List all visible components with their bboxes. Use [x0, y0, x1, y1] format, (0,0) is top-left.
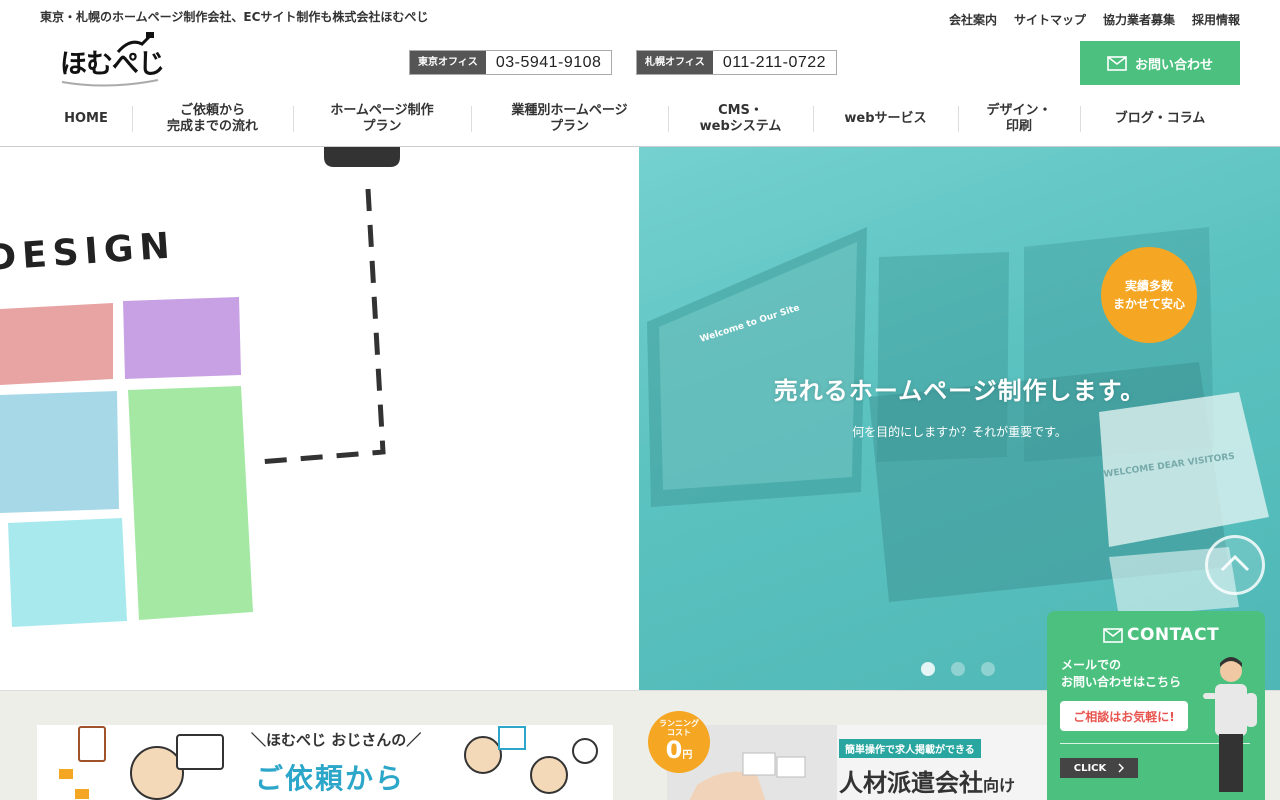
flow-banner[interactable]: ＼ほむぺじ おじさんの／ ご依頼から [37, 725, 613, 800]
slider-dot-3[interactable] [981, 662, 995, 676]
nav-plans[interactable]: ホームページ制作 プラン [293, 96, 471, 142]
running-cost-badge: ランニング コスト 0円 [648, 711, 710, 773]
site-logo[interactable]: ほむぺじ [58, 30, 168, 88]
hero-headline: 売れるホームページ制作します。 [773, 377, 1146, 405]
office-sapporo-label: 札幌オフィス [637, 51, 713, 74]
contact-widget-text: メールでの お問い合わせはこちら [1061, 658, 1182, 689]
cost-badge-value-wrap: 0円 [648, 737, 710, 769]
cost-badge-unit: 円 [682, 750, 693, 761]
experience-badge: 実績多数 まかせて安心 [1101, 247, 1197, 343]
chevron-right-icon [1118, 763, 1125, 773]
office-sapporo-phone[interactable]: 011-211-0722 [712, 51, 837, 74]
staffing-banner[interactable]: 簡単操作で求人掲載ができる 人材派遣会社向け [667, 725, 1067, 800]
contact-widget-click-button[interactable]: CLICK [1060, 758, 1138, 778]
design-word: DESIGN [0, 225, 177, 277]
nav-industry-plans[interactable]: 業種別ホームページ プラン [471, 96, 668, 142]
contact-button-label: お問い合わせ [1134, 57, 1213, 73]
chevron-up-icon [1220, 554, 1250, 572]
click-label: CLICK [1073, 762, 1107, 774]
staffing-banner-title-main: 人材派遣会社 [839, 769, 983, 797]
staffing-banner-title: 人材派遣会社向け [839, 763, 1015, 798]
util-link-sitemap[interactable]: サイトマップ [1014, 11, 1086, 28]
nav-flow[interactable]: ご依頼から 完成までの流れ [132, 96, 293, 142]
mail-icon [1107, 55, 1127, 71]
staffing-banner-title-suffix: 向け [983, 776, 1016, 795]
office-sapporo: 札幌オフィス 011-211-0722 [636, 50, 838, 75]
nav-blog[interactable]: ブログ・コラム [1080, 96, 1240, 142]
staff-person-illustration [1203, 657, 1257, 792]
office-tokyo-label: 東京オフィス [410, 51, 486, 74]
badge-line-2: まかせて安心 [1112, 297, 1185, 311]
logo-text: ほむぺじ [60, 49, 165, 80]
nav-cms[interactable]: CMS・ webシステム [668, 96, 813, 142]
contact-widget-title-text: CONTACT [1127, 625, 1220, 645]
staffing-banner-label: 簡単操作で求人掲載ができる [839, 739, 981, 758]
site-tagline: 東京・札幌のホームページ制作会社、ECサイト制作も株式会社ほむぺじ [40, 10, 429, 24]
scroll-to-top-button[interactable] [1205, 535, 1265, 595]
contact-widget[interactable]: CONTACT メールでの お問い合わせはこちら ご相談はお気軽に! CLICK [1047, 611, 1265, 800]
hero-subtext: 何を目的にしますか？それが重要です。 [852, 425, 1067, 439]
util-link-recruit[interactable]: 採用情報 [1192, 11, 1240, 28]
cost-badge-caption: ランニング コスト [659, 719, 699, 737]
flow-banner-title: ご依頼から [255, 762, 406, 795]
nav-design-print[interactable]: デザイン・ 印刷 [958, 96, 1080, 142]
slider-dot-1[interactable] [921, 662, 935, 676]
contact-widget-title: CONTACT [1103, 625, 1219, 645]
monitors-illustration: Welcome to Our Site WELCOME DEAR VISITOR… [647, 227, 1269, 617]
mail-icon [1103, 627, 1123, 643]
main-nav: HOME ご依頼から 完成までの流れ ホームページ制作 プラン 業種別ホームペー… [40, 96, 1240, 142]
hero-right-slide: Welcome to Our Site WELCOME DEAR VISITOR… [639, 147, 1280, 690]
slider-dot-2[interactable] [951, 662, 965, 676]
contact-button[interactable]: お問い合わせ [1080, 41, 1240, 85]
util-link-company[interactable]: 会社案内 [949, 11, 997, 28]
flow-banner-prefix: ＼ほむぺじ おじさんの／ [251, 731, 422, 749]
slider-dots [921, 662, 995, 676]
nav-home[interactable]: HOME [40, 96, 132, 142]
hero-left-slide: DESIGN [0, 147, 639, 690]
office-tokyo-phone[interactable]: 03-5941-9108 [485, 51, 612, 74]
design-word-text: DESIGN [0, 225, 177, 277]
contact-widget-bubble: ご相談はお気軽に! [1060, 701, 1188, 731]
badge-line-1: 実績多数 [1124, 279, 1173, 293]
office-tokyo: 東京オフィス 03-5941-9108 [409, 50, 613, 75]
util-link-partners[interactable]: 協力業者募集 [1103, 11, 1175, 28]
nav-web-services[interactable]: webサービス [813, 96, 958, 142]
cost-badge-value: 0 [665, 736, 683, 764]
utility-links: 会社案内 サイトマップ 協力業者募集 採用情報 [949, 11, 1240, 28]
